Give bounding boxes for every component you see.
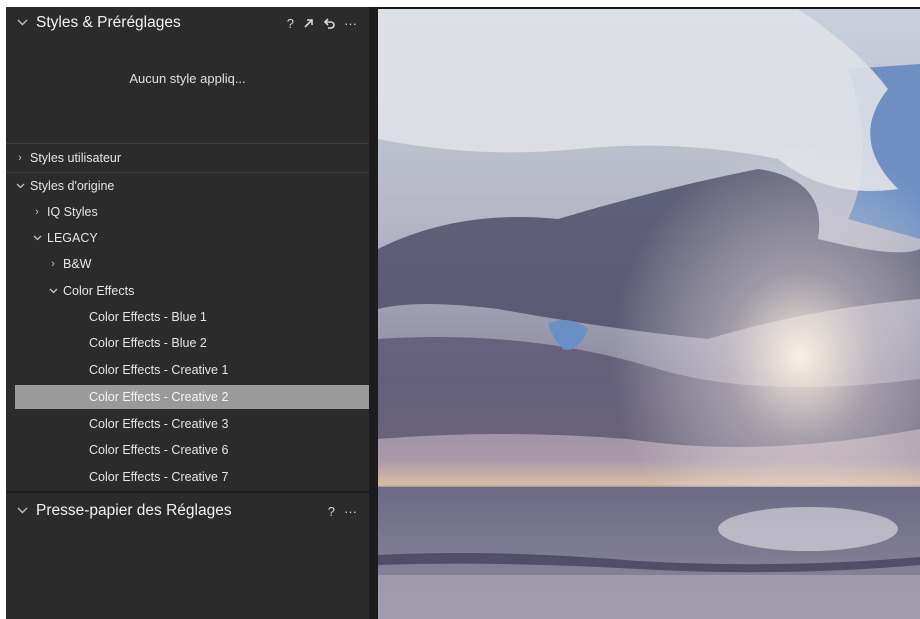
photo-viewer[interactable]	[378, 9, 920, 619]
divider	[6, 172, 369, 173]
style-item[interactable]: Color Effects - Blue 1	[6, 305, 369, 329]
style-item-label: Color Effects - Blue 1	[89, 310, 207, 324]
tree-item-label: Styles d'origine	[30, 179, 115, 193]
style-item-label: Color Effects - Creative 6	[89, 443, 229, 457]
clipboard-tools: ? ···	[328, 504, 357, 519]
chevron-down-icon[interactable]	[14, 180, 26, 192]
style-item-label: Color Effects - Creative 7	[89, 470, 229, 484]
tree-item-label: B&W	[63, 257, 92, 271]
divider	[6, 143, 369, 144]
style-item-label: Color Effects - Creative 3	[89, 417, 229, 431]
more-icon[interactable]: ···	[344, 16, 357, 31]
clipboard-header[interactable]: Presse-papier des Réglages ? ···	[6, 497, 369, 525]
style-item[interactable]: Color Effects - Creative 6	[6, 438, 369, 462]
sun-reflection	[718, 507, 898, 551]
style-item[interactable]: Color Effects - Blue 2	[6, 331, 369, 355]
more-icon[interactable]: ···	[344, 504, 357, 519]
tree-item-legacy[interactable]: LEGACY	[6, 226, 369, 250]
panel-splitter[interactable]	[369, 7, 378, 619]
chevron-down-icon[interactable]	[47, 285, 59, 297]
tree-item-iq-styles[interactable]: › IQ Styles	[6, 200, 369, 224]
tree-item-original-styles[interactable]: Styles d'origine	[6, 174, 369, 198]
style-item-selected[interactable]: Color Effects - Creative 2	[15, 385, 369, 409]
chevron-right-icon[interactable]: ›	[14, 152, 26, 164]
help-icon[interactable]: ?	[287, 16, 294, 31]
clipboard-title: Presse-papier des Réglages	[36, 502, 232, 519]
style-item[interactable]: Color Effects - Creative 1	[6, 358, 369, 382]
styles-presets-tools: ? ···	[287, 16, 357, 31]
tree-item-label: Color Effects	[63, 284, 135, 298]
panel-divider	[6, 491, 369, 493]
chevron-down-icon[interactable]	[14, 17, 30, 29]
style-item-label: Color Effects - Creative 2	[89, 390, 229, 404]
chevron-down-icon[interactable]	[31, 232, 43, 244]
styles-presets-header[interactable]: Styles & Préréglages ? ···	[6, 9, 369, 37]
tree-item-user-styles[interactable]: › Styles utilisateur	[6, 146, 369, 170]
style-item[interactable]: Color Effects - Creative 3	[6, 412, 369, 436]
chevron-down-icon[interactable]	[14, 505, 30, 517]
tree-item-label: LEGACY	[47, 231, 98, 245]
tree-item-label: IQ Styles	[47, 205, 98, 219]
chevron-right-icon[interactable]: ›	[47, 258, 59, 270]
chevron-right-icon[interactable]: ›	[31, 206, 43, 218]
style-item-label: Color Effects - Blue 2	[89, 336, 207, 350]
apply-style-icon[interactable]	[303, 18, 314, 29]
tree-item-color-effects[interactable]: Color Effects	[6, 279, 369, 303]
style-item-label: Color Effects - Creative 1	[89, 363, 229, 377]
tree-item-bw[interactable]: › B&W	[6, 252, 369, 276]
no-style-applied-message: Aucun style appliq...	[129, 71, 246, 86]
tree-item-label: Styles utilisateur	[30, 151, 122, 165]
tools-panel: Styles & Préréglages ? ··· Aucun style a…	[6, 7, 369, 619]
help-icon[interactable]: ?	[328, 504, 335, 519]
beach	[378, 575, 920, 619]
undo-icon[interactable]	[323, 17, 335, 29]
style-item[interactable]: Color Effects - Creative 7	[6, 465, 369, 489]
styles-presets-title: Styles & Préréglages	[36, 14, 181, 31]
